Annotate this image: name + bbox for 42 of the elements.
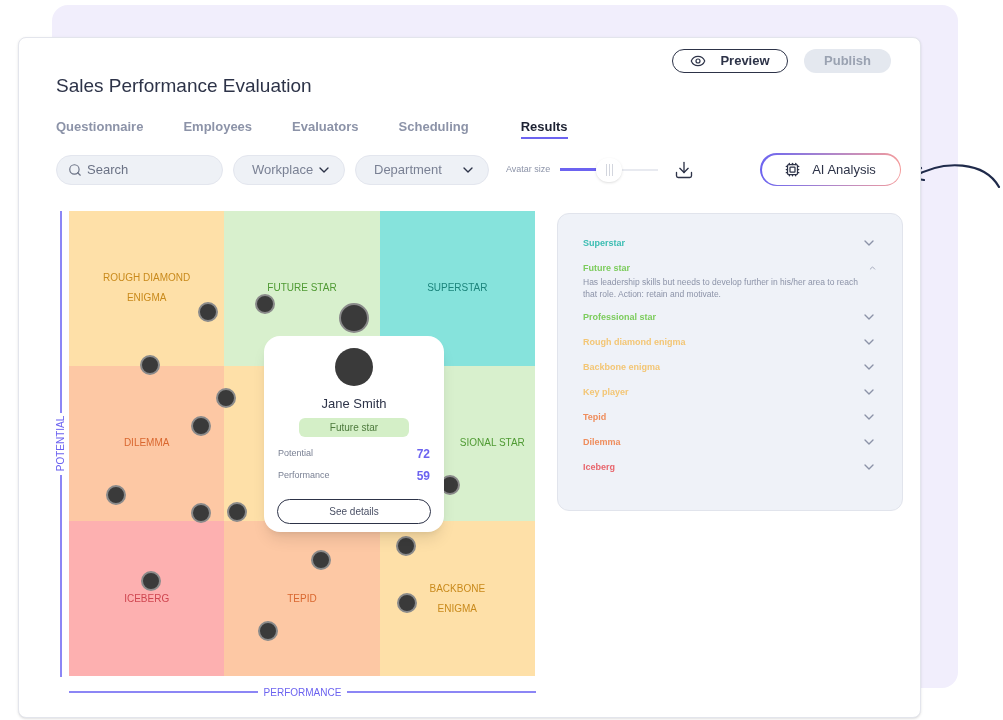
avatar-size-label: Avatar size [506, 162, 551, 176]
legend-item[interactable]: Dilemma [583, 433, 621, 450]
employee-name: Jane Smith [321, 394, 387, 413]
potential-axis-label: POTENTIAL [54, 414, 68, 474]
tab[interactable]: Employees [183, 116, 253, 139]
category-badge: Future star [299, 418, 409, 437]
legend-item[interactable]: Professional star [583, 308, 657, 325]
tab[interactable]: Scheduling [398, 116, 469, 139]
tab[interactable]: Evaluators [292, 116, 359, 139]
metric-label: Performance [278, 469, 330, 483]
search-icon [68, 162, 82, 177]
avatar [335, 347, 373, 386]
quadrant-label: ROUGH DIAMOND [103, 271, 191, 286]
legend-item[interactable]: Superstar [583, 234, 626, 251]
chip-icon [785, 162, 801, 177]
quadrant-label: SUPERSTAR [427, 281, 488, 296]
metric-value: 72 [416, 446, 430, 463]
dropdown[interactable]: Department [355, 154, 489, 185]
legend-item[interactable]: Iceberg [583, 458, 615, 475]
quadrant-label: ENIGMA [437, 601, 478, 616]
legend-item[interactable]: Future star [583, 259, 868, 276]
quadrant-label: DILEMMA [123, 436, 170, 451]
tab[interactable]: Results [520, 116, 568, 139]
ai-analysis-button[interactable]: AI Analysis [760, 153, 901, 186]
avatar-size-slider[interactable] [560, 157, 659, 182]
download-icon[interactable] [674, 159, 695, 180]
quadrant-label: TEPID [287, 591, 317, 606]
quadrant-label: ICEBERG [124, 591, 170, 606]
performance-axis-label: PERFORMANCE [263, 685, 342, 700]
search-field[interactable]: Search [56, 154, 223, 185]
eye-icon [690, 53, 707, 69]
metric-label: Potential [278, 447, 314, 461]
tab[interactable]: Questionnaire [56, 116, 144, 139]
page-title: Sales Performance Evaluation [56, 74, 312, 98]
legend-item[interactable]: Tepid [583, 408, 607, 425]
quadrant-label: BACKBONE [429, 581, 486, 596]
metric-value: 59 [416, 468, 430, 485]
dropdown[interactable]: Workplace [233, 154, 345, 185]
legend-description: Has leadership skills but needs to develop further in his/her area to reach that role. Action: retain and motivate. [583, 275, 859, 300]
quadrant-label: FUTURE STAR [267, 281, 337, 296]
quadrant-label: ENIGMA [126, 291, 167, 306]
quadrant-label: SIONAL STAR [459, 436, 525, 451]
